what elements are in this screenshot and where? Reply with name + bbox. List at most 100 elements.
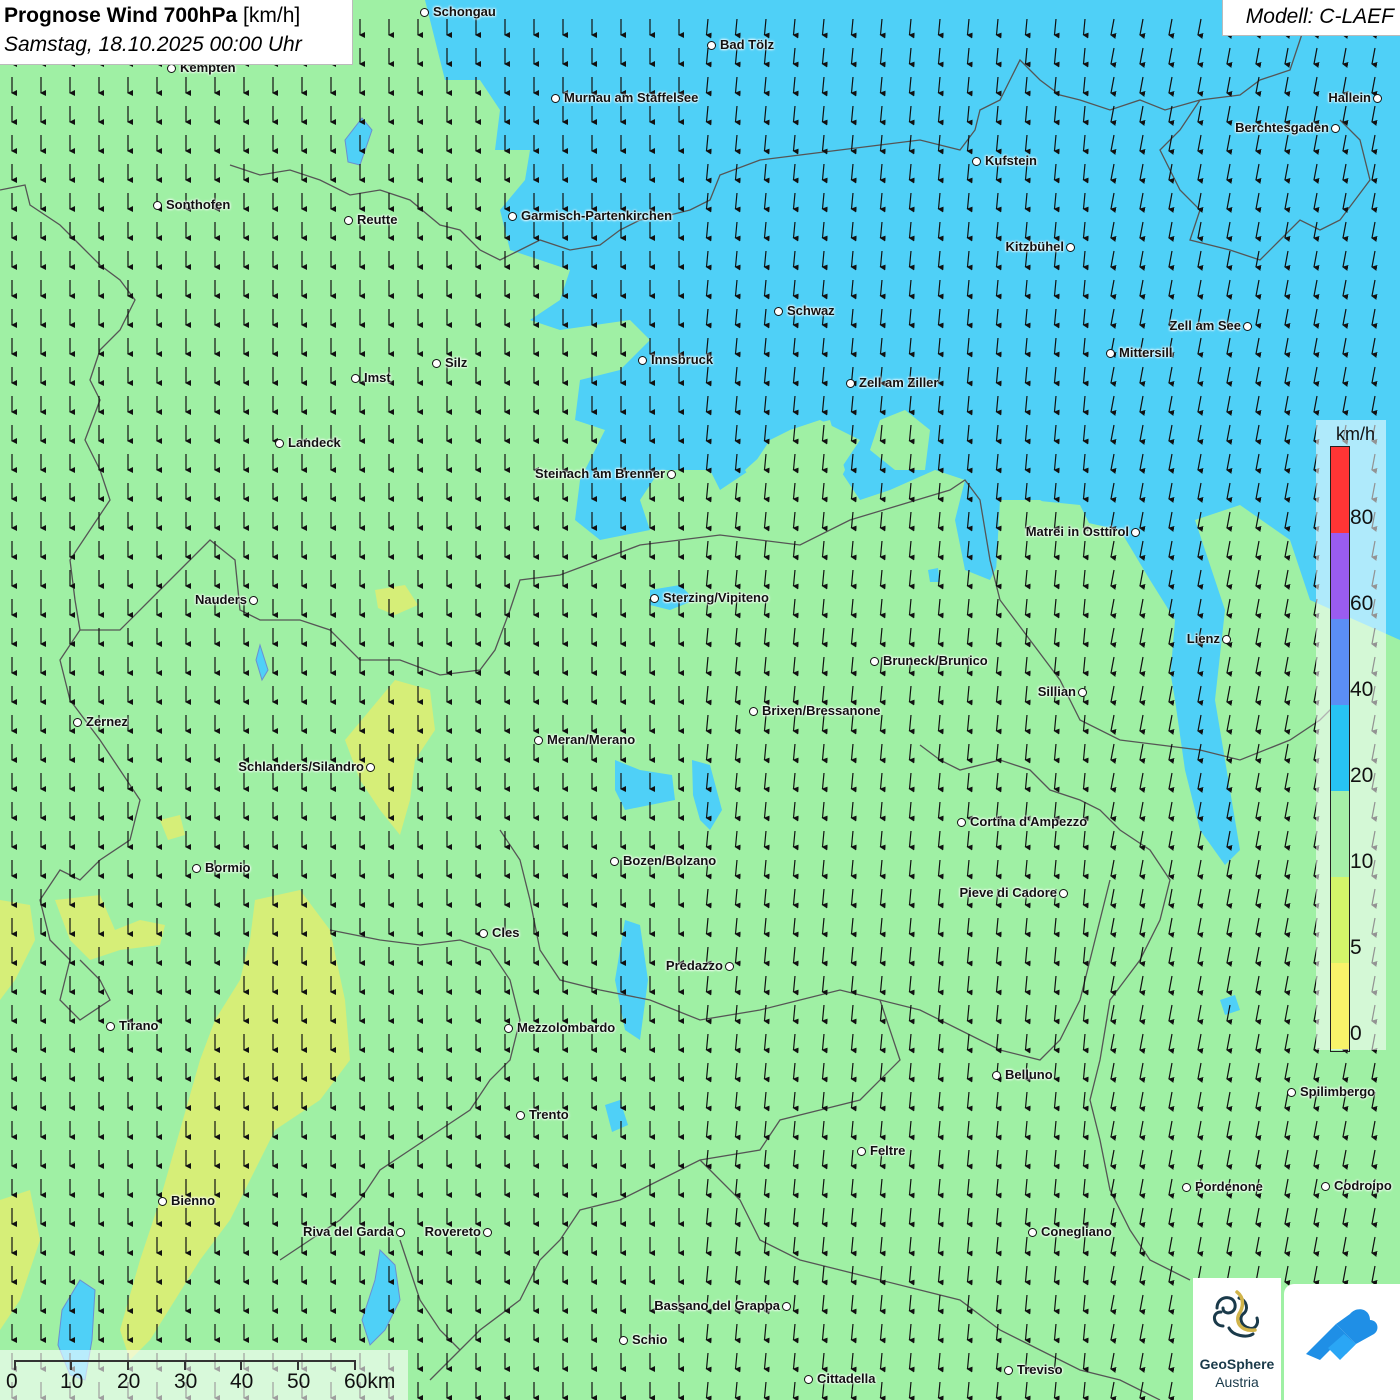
city-marker bbox=[483, 1228, 492, 1237]
scale-tick bbox=[297, 1360, 299, 1370]
city-label: Riva del Garda bbox=[302, 1224, 394, 1239]
legend-unit: km/h bbox=[1336, 424, 1376, 444]
scale-label: 40 bbox=[230, 1370, 254, 1393]
city-marker bbox=[1222, 635, 1231, 644]
city-label: Cles bbox=[492, 925, 520, 940]
city-label: Meran/Merano bbox=[547, 732, 636, 747]
app-logo bbox=[1284, 1284, 1400, 1400]
city-label: Brixen/Bressanone bbox=[762, 703, 881, 718]
city-marker bbox=[1373, 94, 1382, 103]
city-marker bbox=[638, 356, 647, 365]
city-marker bbox=[366, 763, 375, 772]
city-marker bbox=[551, 94, 560, 103]
legend-tick-label: 40 bbox=[1350, 678, 1374, 701]
city-label: Codroipo bbox=[1334, 1178, 1392, 1193]
geosphere-name: GeoSphere bbox=[1199, 1356, 1275, 1372]
scale-tick bbox=[70, 1360, 72, 1370]
city-marker bbox=[1182, 1183, 1191, 1192]
city-label: Conegliano bbox=[1041, 1224, 1112, 1239]
legend-segment bbox=[1331, 963, 1349, 1049]
city-marker bbox=[857, 1147, 866, 1156]
city-label: Cortina d'Ampezzo bbox=[970, 814, 1088, 829]
city-label: Pordenone bbox=[1195, 1179, 1263, 1194]
legend-segment bbox=[1331, 791, 1349, 877]
city-label: Schongau bbox=[433, 4, 496, 19]
city-label: Bassano del Grappa bbox=[654, 1298, 780, 1313]
scale-label: 10 bbox=[60, 1370, 84, 1393]
city-marker bbox=[73, 718, 82, 727]
scale-tick bbox=[354, 1360, 356, 1370]
scale-label: 60km bbox=[344, 1370, 396, 1393]
city-marker bbox=[774, 307, 783, 316]
city-marker bbox=[396, 1228, 405, 1237]
city-marker bbox=[725, 962, 734, 971]
city-label: Mittersill bbox=[1119, 345, 1173, 360]
legend-segment bbox=[1331, 533, 1349, 619]
city-marker bbox=[619, 1336, 628, 1345]
city-marker bbox=[432, 359, 441, 368]
city-marker bbox=[1059, 889, 1068, 898]
city-marker bbox=[610, 857, 619, 866]
city-label: Kitzbühel bbox=[1005, 239, 1065, 254]
legend-color-bar bbox=[1330, 446, 1350, 1052]
city-marker bbox=[992, 1071, 1001, 1080]
city-label: Sterzing/Vipiteno bbox=[663, 590, 769, 605]
city-label: Garmisch-Partenkirchen bbox=[521, 208, 673, 223]
city-label: Rovereto bbox=[424, 1224, 481, 1239]
legend-segment bbox=[1331, 619, 1349, 705]
legend-tick-label: 80 bbox=[1350, 506, 1374, 529]
city-marker bbox=[870, 657, 879, 666]
city-label: Predazzo bbox=[665, 958, 723, 973]
city-marker bbox=[479, 929, 488, 938]
city-label: Bozen/Bolzano bbox=[623, 853, 717, 868]
city-label: Schio bbox=[632, 1332, 668, 1347]
city-marker bbox=[667, 470, 676, 479]
city-label: Mezzolombardo bbox=[517, 1020, 616, 1035]
city-marker bbox=[749, 707, 758, 716]
city-label: Imst bbox=[364, 370, 391, 385]
city-marker bbox=[1331, 124, 1340, 133]
city-marker bbox=[1028, 1228, 1037, 1237]
map-title-main: Prognose Wind 700hPa bbox=[4, 4, 238, 27]
city-marker bbox=[249, 596, 258, 605]
city-label: Tirano bbox=[119, 1018, 159, 1033]
mountain-cloud-icon bbox=[1306, 1309, 1378, 1360]
city-label: Schlanders/Silandro bbox=[238, 759, 364, 774]
city-marker bbox=[167, 64, 176, 73]
city-marker bbox=[153, 201, 162, 210]
city-marker bbox=[1106, 349, 1115, 358]
city-label: Silz bbox=[445, 355, 468, 370]
legend-tick-label: 10 bbox=[1350, 850, 1374, 873]
weather-map: Schongau Kempten Bad Tölz Murnau am Staffel… bbox=[0, 0, 1400, 1400]
city-label: Reutte bbox=[357, 212, 398, 227]
city-marker bbox=[1066, 243, 1075, 252]
city-marker bbox=[1321, 1182, 1330, 1191]
city-marker bbox=[1243, 322, 1252, 331]
legend-tick-label: 60 bbox=[1350, 592, 1374, 615]
city-label: Bormio bbox=[205, 860, 251, 875]
legend-tick-label: 0 bbox=[1350, 1022, 1362, 1045]
city-marker bbox=[420, 8, 429, 17]
city-marker bbox=[782, 1302, 791, 1311]
title-panel: Prognose Wind 700hPa [km/h] Samstag, 18.… bbox=[0, 0, 353, 65]
city-marker bbox=[957, 818, 966, 827]
map-title-unit: [km/h] bbox=[237, 4, 301, 27]
city-label: Lienz bbox=[1186, 631, 1220, 646]
city-marker bbox=[1078, 688, 1087, 697]
city-marker bbox=[106, 1022, 115, 1031]
city-marker bbox=[846, 379, 855, 388]
city-marker bbox=[516, 1111, 525, 1120]
city-label: Innsbruck bbox=[651, 352, 714, 367]
city-label: Belluno bbox=[1005, 1067, 1053, 1082]
city-marker bbox=[275, 439, 284, 448]
city-marker bbox=[972, 157, 981, 166]
city-label: Treviso bbox=[1017, 1362, 1063, 1377]
city-marker bbox=[1131, 528, 1140, 537]
city-label: Bienno bbox=[171, 1193, 216, 1208]
legend-segment bbox=[1331, 705, 1349, 791]
geosphere-wave-icon bbox=[1213, 1290, 1259, 1338]
city-label: Sonthofen bbox=[166, 197, 231, 212]
scale-tick bbox=[240, 1360, 242, 1370]
city-label: Spilimbergo bbox=[1300, 1084, 1376, 1099]
city-marker bbox=[351, 374, 360, 383]
